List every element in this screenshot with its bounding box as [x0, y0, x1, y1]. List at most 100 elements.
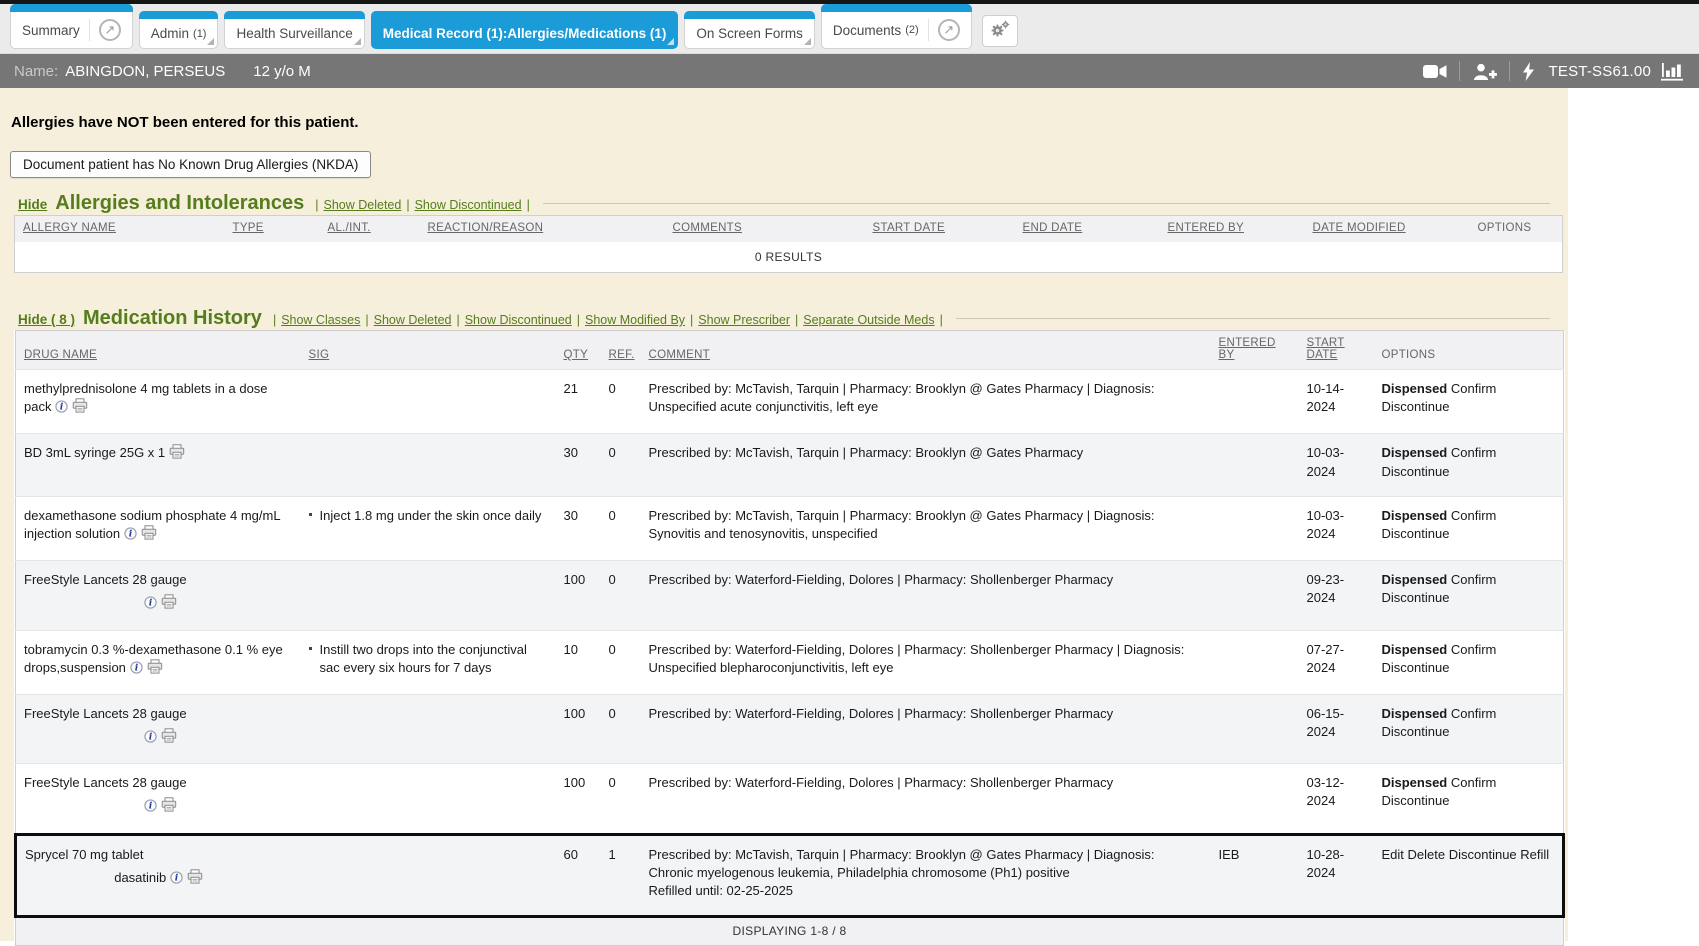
option-dispensed[interactable]: Dispensed	[1382, 508, 1448, 523]
link-show-deleted[interactable]: Show Deleted	[324, 198, 402, 212]
medication-table: DRUG NAMESIGQTYREF.COMMENTENTERED BYSTAR…	[14, 330, 1565, 946]
link-separate-outside-meds[interactable]: Separate Outside Meds	[803, 313, 934, 327]
tab-on-screen-forms[interactable]: On Screen Forms	[684, 11, 815, 49]
option-confirm[interactable]: Confirm	[1451, 642, 1497, 657]
col-options[interactable]: OPTIONS	[1470, 216, 1563, 243]
option-confirm[interactable]: Confirm	[1451, 572, 1497, 587]
medication-hide-link[interactable]: Hide ( 8 )	[18, 312, 75, 327]
tab-medical-record-1-allergies-medications-1[interactable]: Medical Record (1):Allergies/Medications…	[371, 11, 679, 49]
info-icon[interactable]: i	[144, 596, 157, 614]
print-icon[interactable]	[161, 797, 177, 817]
print-icon[interactable]	[169, 444, 185, 464]
col-reaction-reason[interactable]: REACTION/REASON	[420, 216, 665, 243]
option-confirm[interactable]: Confirm	[1451, 508, 1497, 523]
col-drug-name[interactable]: DRUG NAME	[16, 331, 301, 370]
col-ref[interactable]: REF.	[601, 331, 641, 370]
print-icon[interactable]	[141, 525, 157, 545]
allergies-hide-link[interactable]: Hide	[18, 197, 47, 212]
col-start-date[interactable]: START DATE	[1299, 331, 1374, 370]
info-icon[interactable]: i	[130, 661, 143, 679]
cell-drug: Sprycel 70 mg tabletdasatinibi	[16, 834, 301, 917]
cell-start-date: 06-15-2024	[1299, 694, 1374, 763]
settings-button[interactable]	[982, 15, 1018, 47]
comment-text: Prescribed by: Waterford-Fielding, Dolor…	[649, 571, 1203, 589]
link-show-discontinued[interactable]: Show Discontinued	[465, 313, 572, 327]
col-allergy-name[interactable]: ALLERGY NAME	[15, 216, 225, 243]
col-sig[interactable]: SIG	[301, 331, 556, 370]
option-dispensed[interactable]: Dispensed	[1382, 572, 1448, 587]
col-entered-by[interactable]: ENTERED BY	[1211, 331, 1299, 370]
open-in-new-icon[interactable]: ↗	[938, 19, 960, 41]
option-dispensed[interactable]: Dispensed	[1382, 445, 1448, 460]
option-discontinue[interactable]: Discontinue	[1382, 526, 1450, 541]
info-icon[interactable]: i	[170, 871, 183, 889]
col-comment[interactable]: COMMENT	[641, 331, 1211, 370]
tab-label: Health Surveillance	[236, 26, 352, 41]
option-confirm[interactable]: Confirm	[1451, 381, 1497, 396]
medication-section-header: Hide ( 8 ) Medication History |Show Clas…	[18, 307, 1550, 330]
cell-sig	[301, 370, 556, 434]
option-dispensed[interactable]: Dispensed	[1382, 775, 1448, 790]
bar-chart-icon[interactable]	[1661, 62, 1685, 81]
tab-health-surveillance[interactable]: Health Surveillance	[224, 11, 364, 49]
nkda-button[interactable]: Document patient has No Known Drug Aller…	[10, 151, 371, 178]
col-options[interactable]: OPTIONS	[1374, 331, 1564, 370]
col-comments[interactable]: COMMENTS	[665, 216, 865, 243]
separator: |	[315, 198, 318, 212]
col-date-modified[interactable]: DATE MODIFIED	[1305, 216, 1470, 243]
option-dispensed[interactable]: Dispensed	[1382, 642, 1448, 657]
cell-qty: 100	[556, 694, 601, 763]
open-in-new-icon[interactable]: ↗	[99, 19, 121, 41]
option-confirm[interactable]: Confirm	[1451, 775, 1497, 790]
cell-sig	[301, 434, 556, 496]
info-icon[interactable]: i	[55, 400, 68, 418]
tab-documents[interactable]: Documents(2)↗	[821, 4, 972, 49]
option-discontinue[interactable]: Discontinue	[1382, 660, 1450, 675]
allergies-section-links: |Show Deleted|Show Discontinued|	[310, 198, 535, 212]
link-show-modified-by[interactable]: Show Modified By	[585, 313, 685, 327]
cell-start-date: 10-03-2024	[1299, 496, 1374, 560]
link-show-classes[interactable]: Show Classes	[281, 313, 360, 327]
link-show-discontinued[interactable]: Show Discontinued	[415, 198, 522, 212]
col-entered-by[interactable]: ENTERED BY	[1160, 216, 1305, 243]
option-discontinue[interactable]: Discontinue	[1449, 847, 1517, 862]
print-icon[interactable]	[187, 869, 203, 889]
displaying-count: DISPLAYING 1-8 / 8	[16, 917, 1564, 946]
cell-comment: Prescribed by: Waterford-Fielding, Dolor…	[641, 694, 1211, 763]
option-refill[interactable]: Refill	[1520, 847, 1549, 862]
option-discontinue[interactable]: Discontinue	[1382, 724, 1450, 739]
option-delete[interactable]: Delete	[1408, 847, 1446, 862]
col-al-int[interactable]: AL./INT.	[320, 216, 420, 243]
info-icon[interactable]: i	[144, 730, 157, 748]
info-icon[interactable]: i	[144, 799, 157, 817]
option-confirm[interactable]: Confirm	[1451, 706, 1497, 721]
tab-summary[interactable]: Summary↗	[10, 4, 133, 49]
option-discontinue[interactable]: Discontinue	[1382, 464, 1450, 479]
option-discontinue[interactable]: Discontinue	[1382, 399, 1450, 414]
add-user-icon[interactable]	[1472, 63, 1497, 80]
info-icon[interactable]: i	[124, 527, 137, 545]
print-icon[interactable]	[147, 659, 163, 679]
col-qty[interactable]: QTY	[556, 331, 601, 370]
cell-comment: Prescribed by: McTavish, Tarquin | Pharm…	[641, 370, 1211, 434]
lightning-icon[interactable]	[1522, 62, 1535, 81]
print-icon[interactable]	[161, 594, 177, 614]
col-start-date[interactable]: START DATE	[865, 216, 1015, 243]
video-camera-icon[interactable]	[1423, 64, 1447, 79]
cell-comment: Prescribed by: McTavish, Tarquin | Pharm…	[641, 496, 1211, 560]
option-dispensed[interactable]: Dispensed	[1382, 706, 1448, 721]
option-dispensed[interactable]: Dispensed	[1382, 381, 1448, 396]
print-icon[interactable]	[161, 728, 177, 748]
option-discontinue[interactable]: Discontinue	[1382, 793, 1450, 808]
medication-row: methylprednisolone 4 mg tablets in a dos…	[16, 370, 1564, 434]
link-show-prescriber[interactable]: Show Prescriber	[698, 313, 790, 327]
option-confirm[interactable]: Confirm	[1451, 445, 1497, 460]
sig-bullet-icon	[309, 647, 312, 650]
option-discontinue[interactable]: Discontinue	[1382, 590, 1450, 605]
tab-admin[interactable]: Admin(1)	[139, 11, 219, 49]
print-icon[interactable]	[72, 398, 88, 418]
link-show-deleted[interactable]: Show Deleted	[374, 313, 452, 327]
col-type[interactable]: TYPE	[225, 216, 320, 243]
option-edit[interactable]: Edit	[1382, 847, 1404, 862]
col-end-date[interactable]: END DATE	[1015, 216, 1160, 243]
